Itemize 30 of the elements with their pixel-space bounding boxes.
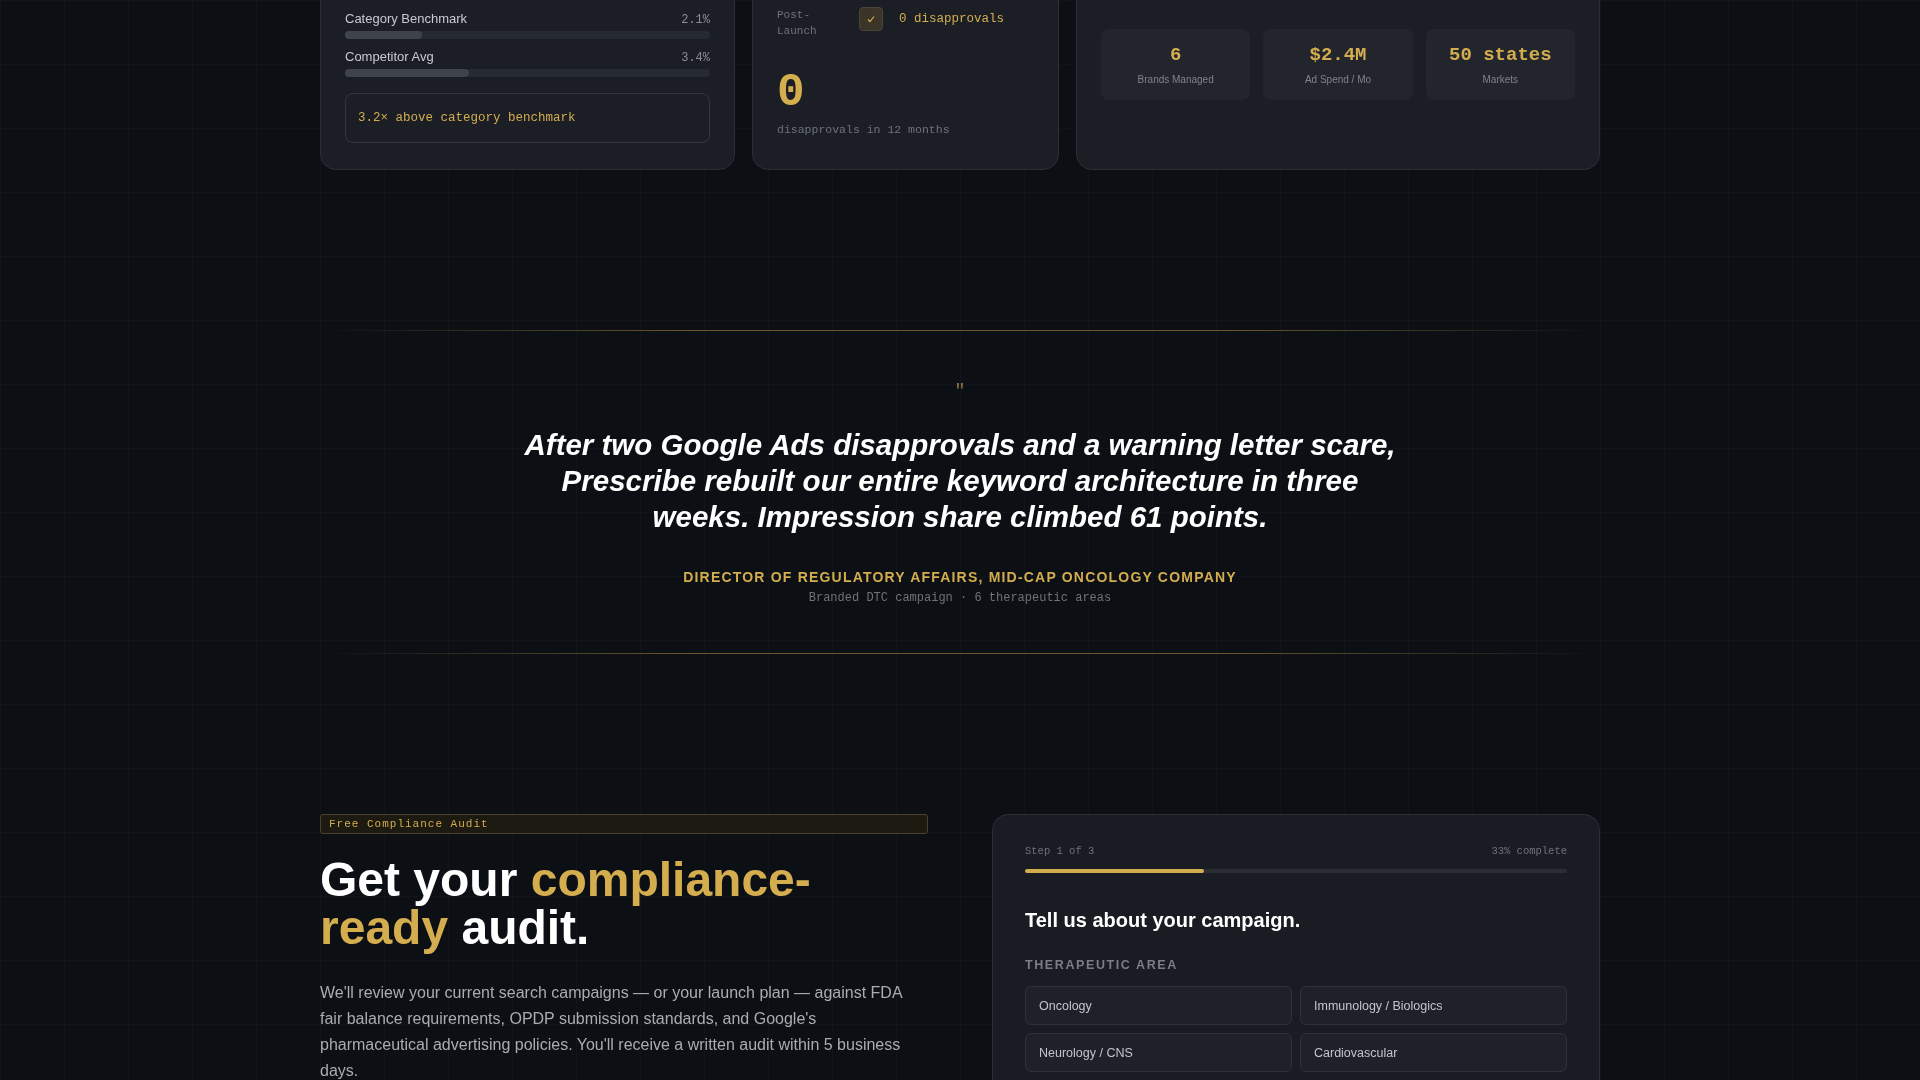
testimonial-author: DIRECTOR OF REGULATORY AFFAIRS, MID-CAP ONCOLOGY COMPANY xyxy=(683,569,1237,585)
audit-heading: Get your compliance-ready audit. xyxy=(320,856,812,952)
bar-reading: 3.4% xyxy=(681,51,710,65)
stat-label: Ad Spend / Mo xyxy=(1304,74,1372,85)
step-text: Step 1 of 3 xyxy=(1025,845,1095,857)
bar-reading: 2.1% xyxy=(681,13,710,27)
stat-label: Markets xyxy=(1482,74,1519,85)
option-button[interactable]: Immunology / Biologics xyxy=(1300,986,1567,1025)
option-button[interactable]: Oncology xyxy=(1025,986,1292,1025)
quote-mark: " xyxy=(954,381,966,401)
field-label: THERAPEUTIC AREA xyxy=(1025,958,1179,972)
stat-label: Brands Managed xyxy=(1137,74,1214,85)
progress-text: 33% complete xyxy=(1491,845,1567,857)
benchmark-callout: 3.2× above category benchmark xyxy=(345,93,710,143)
testimonial-quote: After two Google Ads disapprovals and a warning letter scare, Prescribe rebuilt our entire keyword architecture in three weeks. Impression share climbed 61 points. xyxy=(523,427,1397,535)
audit-description: We'll review your current search campaigns — or your launch plan — against FDA fair balance requirements, OPDP submission standards, and Google's pharmaceutical advertising policies. You'll receive a written audit within 5 business days. xyxy=(320,983,904,1080)
bar-label: Competitor Avg xyxy=(345,49,434,64)
status-text: 0 disapprovals xyxy=(899,12,1005,26)
bar-label: Category Benchmark xyxy=(345,11,468,26)
audit-badge: Free Compliance Audit xyxy=(320,814,928,834)
stage-label: Post-Launch xyxy=(777,8,818,39)
testimonial-context: Branded DTC campaign · 6 therapeutic areas xyxy=(808,591,1112,605)
count-caption: disapprovals in 12 months xyxy=(777,123,951,136)
stat-value: 6 xyxy=(1169,44,1182,66)
stat-value: 50 states xyxy=(1449,44,1552,66)
form-title: Tell us about your campaign. xyxy=(1025,909,1302,932)
stat-value: $2.4M xyxy=(1309,44,1367,66)
disapproval-count: 0 xyxy=(777,69,806,117)
option-button[interactable]: Neurology / CNS xyxy=(1025,1033,1292,1072)
option-button[interactable]: Cardiovascular xyxy=(1300,1033,1567,1072)
